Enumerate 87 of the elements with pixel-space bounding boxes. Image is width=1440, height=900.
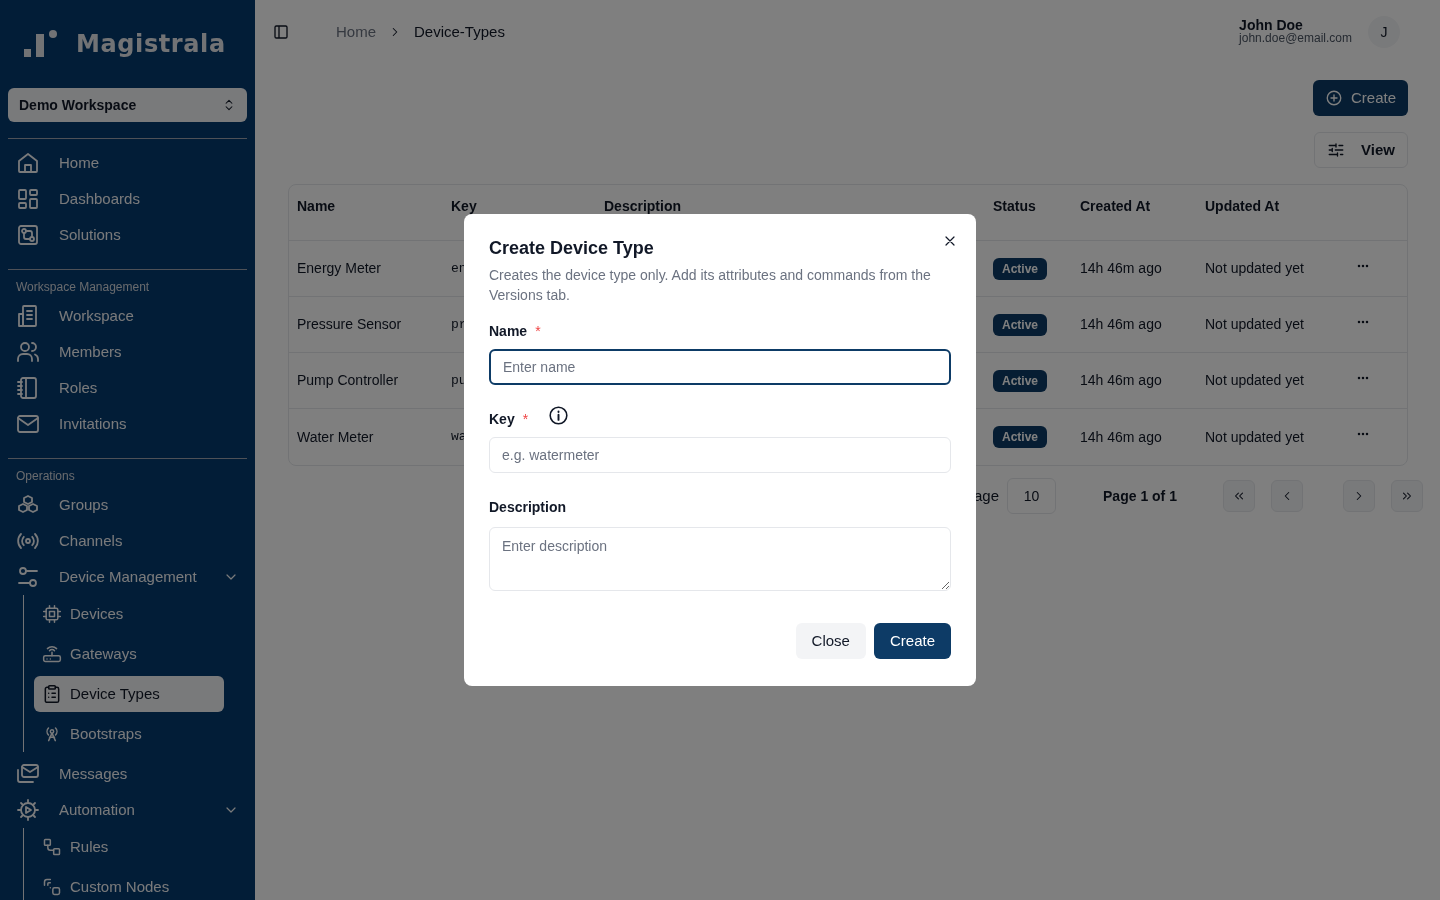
sidebar-item[interactable]: Dashboards [8,181,247,217]
section-label: Workspace Management [15,279,151,296]
description-field[interactable]: Enter description [489,527,951,591]
brand-name: Magistrala [76,29,226,60]
status-badge: Active [993,369,1048,392]
sidebar-item[interactable]: Bootstraps [34,716,224,752]
table-cell-text: Not updated yet [1205,315,1305,334]
table-cell-text: Water Meter [297,427,375,447]
first-page-button[interactable] [1222,480,1255,512]
sidebar-item[interactable]: Channels [8,523,247,559]
rows-per-page-label: age [974,485,1000,506]
field-label: Description [489,497,566,517]
sidebar-item[interactable]: Automation [8,792,247,828]
sidebar-item[interactable]: Solutions [8,217,247,253]
column-header: Created At [1080,198,1152,214]
info-icon[interactable] [548,405,570,426]
sidebar-item[interactable]: Device Management [8,559,247,595]
nodes-icon [42,877,62,897]
router-icon [42,644,62,664]
dialog-description: Creates the device type only. Add its attributes and commands from the Versions tab. [489,266,932,305]
user-avatar[interactable]: J [1368,16,1400,48]
table-cell-text: Not updated yet [1205,259,1305,278]
status-badge: Active [993,257,1048,280]
building-icon [16,304,40,328]
view-button[interactable]: View [1314,132,1408,168]
clipboard-list-icon [42,684,62,704]
table-cell-text: 14h 46m ago [1080,427,1163,447]
workflow-icon [16,223,40,247]
sidebar-item[interactable]: Device Types [34,676,224,712]
table-cell-text: 14h 46m ago [1080,259,1163,278]
column-header: Name [297,198,337,214]
home-icon [16,151,40,175]
plus-circle-icon [1324,89,1343,107]
table-cell-text: 14h 46m ago [1080,315,1163,334]
grid-icon [16,187,40,211]
field-label: Key [489,409,515,429]
column-header: Updated At [1205,198,1281,214]
sidebar-item[interactable]: Groups [8,487,247,523]
dialog-title: Create Device Type [489,237,655,260]
user-email: john.doe@email.com [1239,32,1352,45]
sliders-icon [16,565,40,589]
table-cell-text: Pressure Sensor [297,315,403,334]
rows-per-page-select[interactable]: 10 [1007,478,1057,514]
create-button[interactable]: Create [1312,80,1408,116]
section-label: Operations [15,468,76,485]
sidebar-item[interactable]: Workspace [8,298,247,334]
table-cell-text: Not updated yet [1205,371,1305,390]
sidebar-item[interactable]: Roles [8,370,247,406]
status-badge: Active [993,426,1048,448]
workspace-selector[interactable]: Demo Workspace [8,88,247,122]
user-name: John Doe [1239,19,1304,32]
dialog-button[interactable]: Close [795,623,866,659]
sidebar-item[interactable]: Messages [8,756,247,792]
table-cell-text: 14h 46m ago [1080,371,1163,390]
column-header: Description [604,198,682,214]
last-page-button[interactable] [1390,480,1423,512]
users-icon [16,340,40,364]
required-mark: * [522,409,529,429]
nodes-icon [42,837,62,857]
dialog-button[interactable]: Create [873,623,951,659]
sliders-icon [1327,141,1346,159]
column-header: Key [451,198,478,214]
text-field[interactable]: Enter name [489,349,951,385]
mail-icon [16,412,40,436]
notebook-icon [16,376,40,400]
page-info: Page 1 of 1 [1103,486,1177,506]
breadcrumb-link[interactable]: Device-Types [414,20,505,44]
table-cell-text: Not updated yet [1205,427,1305,447]
required-mark: * [535,321,541,341]
sidebar-item[interactable]: Members [8,334,247,370]
table-cell-text: Energy Meter [297,259,383,278]
sidebar-item[interactable]: Devices [34,596,224,632]
status-badge: Active [993,313,1048,336]
sidebar-item[interactable]: Custom Nodes [34,869,224,900]
gear-icon [16,798,40,822]
sidebar-item[interactable]: Invitations [8,406,247,442]
field-label: Name [489,321,528,341]
sidebar-item[interactable]: Rules [34,829,224,865]
sidebar-item[interactable]: Home [8,145,247,181]
column-header: Status [993,198,1037,214]
sidebar-toggle-icon[interactable] [273,24,289,40]
table-cell-text: Pump Controller [297,371,400,390]
sidebar-item[interactable]: Gateways [34,636,224,672]
table-cell-text: pr [451,315,467,334]
chip-icon [42,604,62,624]
mail-stack-icon [16,762,40,786]
breadcrumb-link[interactable]: Home [336,20,376,44]
